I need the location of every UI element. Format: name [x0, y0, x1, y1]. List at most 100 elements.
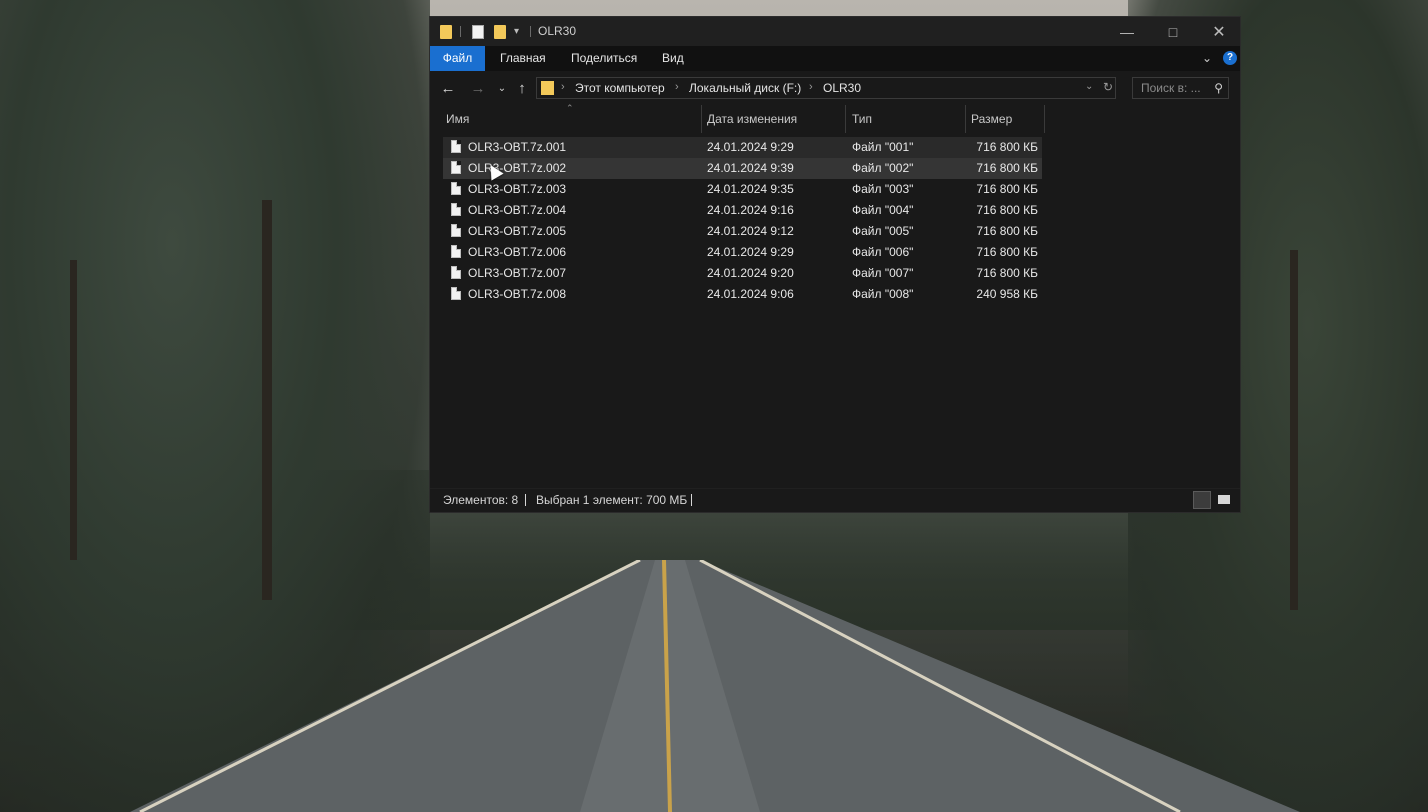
breadcrumb-chevron-icon[interactable]: › [675, 81, 679, 93]
file-explorer-window: ▾ OLR30 — □ ✕ Файл Главная Поделиться Ви… [429, 16, 1241, 513]
breadcrumb-chevron-icon[interactable]: › [809, 81, 813, 93]
file-row[interactable]: OLR3-OBT.7z.002 24.01.2024 9:39 Файл "00… [443, 158, 1042, 179]
column-headers: ⌃ Имя Дата изменения Тип Размер [430, 103, 1240, 133]
quick-access-dropdown-icon[interactable]: ▾ [514, 26, 519, 37]
expand-ribbon-chevron-icon[interactable]: ⌄ [1202, 51, 1212, 65]
sort-indicator-icon: ⌃ [566, 103, 574, 113]
file-date: 24.01.2024 9:29 [707, 245, 794, 259]
file-row[interactable]: OLR3-OBT.7z.004 24.01.2024 9:16 Файл "00… [443, 200, 1042, 221]
window-title: OLR30 [538, 24, 577, 38]
file-name: OLR3-OBT.7z.008 [468, 287, 567, 301]
column-divider[interactable] [1044, 105, 1045, 133]
file-row[interactable]: OLR3-OBT.7z.001 24.01.2024 9:29 Файл "00… [443, 137, 1042, 158]
details-view-icon[interactable] [1193, 491, 1211, 509]
file-size: 716 800 КБ [976, 140, 1038, 154]
file-type: Файл "008" [852, 287, 914, 301]
file-name: OLR3-OBT.7z.007 [468, 266, 567, 280]
file-icon [451, 140, 461, 153]
file-date: 24.01.2024 9:20 [707, 266, 794, 280]
column-divider[interactable] [701, 105, 702, 133]
file-date: 24.01.2024 9:35 [707, 182, 794, 196]
file-name: OLR3-OBT.7z.006 [468, 245, 567, 259]
file-name: OLR3-OBT.7z.001 [468, 140, 567, 154]
file-name: OLR3-OBT.7z.004 [468, 203, 567, 217]
item-count: Элементов: 8 [443, 493, 519, 507]
close-button[interactable]: ✕ [1196, 17, 1242, 46]
file-type: Файл "007" [852, 266, 914, 280]
tab-file[interactable]: Файл [430, 46, 485, 71]
file-type: Файл "003" [852, 182, 914, 196]
file-size: 716 800 КБ [976, 266, 1038, 280]
column-divider[interactable] [965, 105, 966, 133]
folder-icon [541, 81, 554, 95]
file-size: 716 800 КБ [976, 224, 1038, 238]
checklist-icon[interactable] [472, 25, 484, 39]
file-icon [451, 224, 461, 237]
column-divider[interactable] [845, 105, 846, 133]
file-icon [451, 182, 461, 195]
status-bar: Элементов: 8 Выбран 1 элемент: 700 МБ [430, 488, 1240, 512]
breadcrumb-drive[interactable]: Локальный диск (F:) [689, 81, 801, 95]
forward-arrow-icon[interactable]: → [469, 79, 487, 97]
tiles-view-icon[interactable] [1215, 491, 1233, 509]
divider [525, 494, 526, 506]
wet-road [130, 560, 1300, 812]
file-type: Файл "002" [852, 161, 914, 175]
file-size: 716 800 КБ [976, 182, 1038, 196]
file-name: OLR3-OBT.7z.003 [468, 182, 567, 196]
divider [691, 494, 692, 506]
column-size[interactable]: Размер [971, 105, 1012, 133]
search-input[interactable]: Поиск в: ... ⚲ [1132, 77, 1229, 99]
file-icon [451, 266, 461, 279]
file-row[interactable]: OLR3-OBT.7z.007 24.01.2024 9:20 Файл "00… [443, 263, 1042, 284]
search-placeholder: Поиск в: ... [1141, 81, 1201, 95]
title-bar[interactable]: ▾ OLR30 — □ ✕ [430, 17, 1240, 46]
refresh-icon[interactable]: ↻ [1103, 80, 1113, 94]
file-row[interactable]: OLR3-OBT.7z.003 24.01.2024 9:35 Файл "00… [443, 179, 1042, 200]
file-icon [451, 203, 461, 216]
file-date: 24.01.2024 9:12 [707, 224, 794, 238]
breadcrumb-this-pc[interactable]: Этот компьютер [575, 81, 665, 95]
back-arrow-icon[interactable]: ← [439, 79, 457, 97]
file-name: OLR3-OBT.7z.005 [468, 224, 567, 238]
file-date: 24.01.2024 9:06 [707, 287, 794, 301]
column-type[interactable]: Тип [852, 105, 872, 133]
file-type: Файл "001" [852, 140, 914, 154]
recent-locations-chevron-icon[interactable]: ⌄ [493, 79, 511, 97]
breadcrumb-folder[interactable]: OLR30 [823, 81, 861, 95]
tree-trunk [1290, 250, 1298, 610]
file-size: 716 800 КБ [976, 203, 1038, 217]
tab-share[interactable]: Поделиться [571, 46, 637, 71]
file-type: Файл "004" [852, 203, 914, 217]
tab-view[interactable]: Вид [662, 46, 684, 71]
file-date: 24.01.2024 9:29 [707, 140, 794, 154]
tree-trunk [262, 200, 272, 600]
breadcrumb-chevron-icon[interactable]: › [561, 81, 565, 93]
column-date[interactable]: Дата изменения [707, 105, 797, 133]
file-row[interactable]: OLR3-OBT.7z.005 24.01.2024 9:12 Файл "00… [443, 221, 1042, 242]
ribbon-tabs: Файл Главная Поделиться Вид ⌄ ? [430, 46, 1240, 71]
column-name[interactable]: Имя [446, 105, 469, 133]
file-row[interactable]: OLR3-OBT.7z.006 24.01.2024 9:29 Файл "00… [443, 242, 1042, 263]
search-icon[interactable]: ⚲ [1214, 81, 1223, 95]
help-icon[interactable]: ? [1223, 51, 1237, 65]
file-date: 24.01.2024 9:16 [707, 203, 794, 217]
file-size: 716 800 КБ [976, 245, 1038, 259]
file-type: Файл "006" [852, 245, 914, 259]
tab-home[interactable]: Главная [500, 46, 546, 71]
folder-icon [440, 25, 452, 39]
file-size: 716 800 КБ [976, 161, 1038, 175]
maximize-button[interactable]: □ [1150, 17, 1196, 46]
file-date: 24.01.2024 9:39 [707, 161, 794, 175]
navigation-bar: ← → ⌄ ↑ › Этот компьютер › Локальный дис… [430, 71, 1240, 105]
divider [530, 26, 531, 37]
new-folder-icon[interactable] [494, 25, 506, 39]
file-type: Файл "005" [852, 224, 914, 238]
minimize-button[interactable]: — [1104, 17, 1150, 46]
up-arrow-icon[interactable]: ↑ [513, 79, 531, 97]
file-size: 240 958 КБ [976, 287, 1038, 301]
address-dropdown-icon[interactable]: ⌄ [1085, 81, 1093, 92]
file-row[interactable]: OLR3-OBT.7z.008 24.01.2024 9:06 Файл "00… [443, 284, 1042, 305]
selection-info: Выбран 1 элемент: 700 МБ [536, 493, 688, 507]
address-bar[interactable]: › Этот компьютер › Локальный диск (F:) ›… [536, 77, 1116, 99]
